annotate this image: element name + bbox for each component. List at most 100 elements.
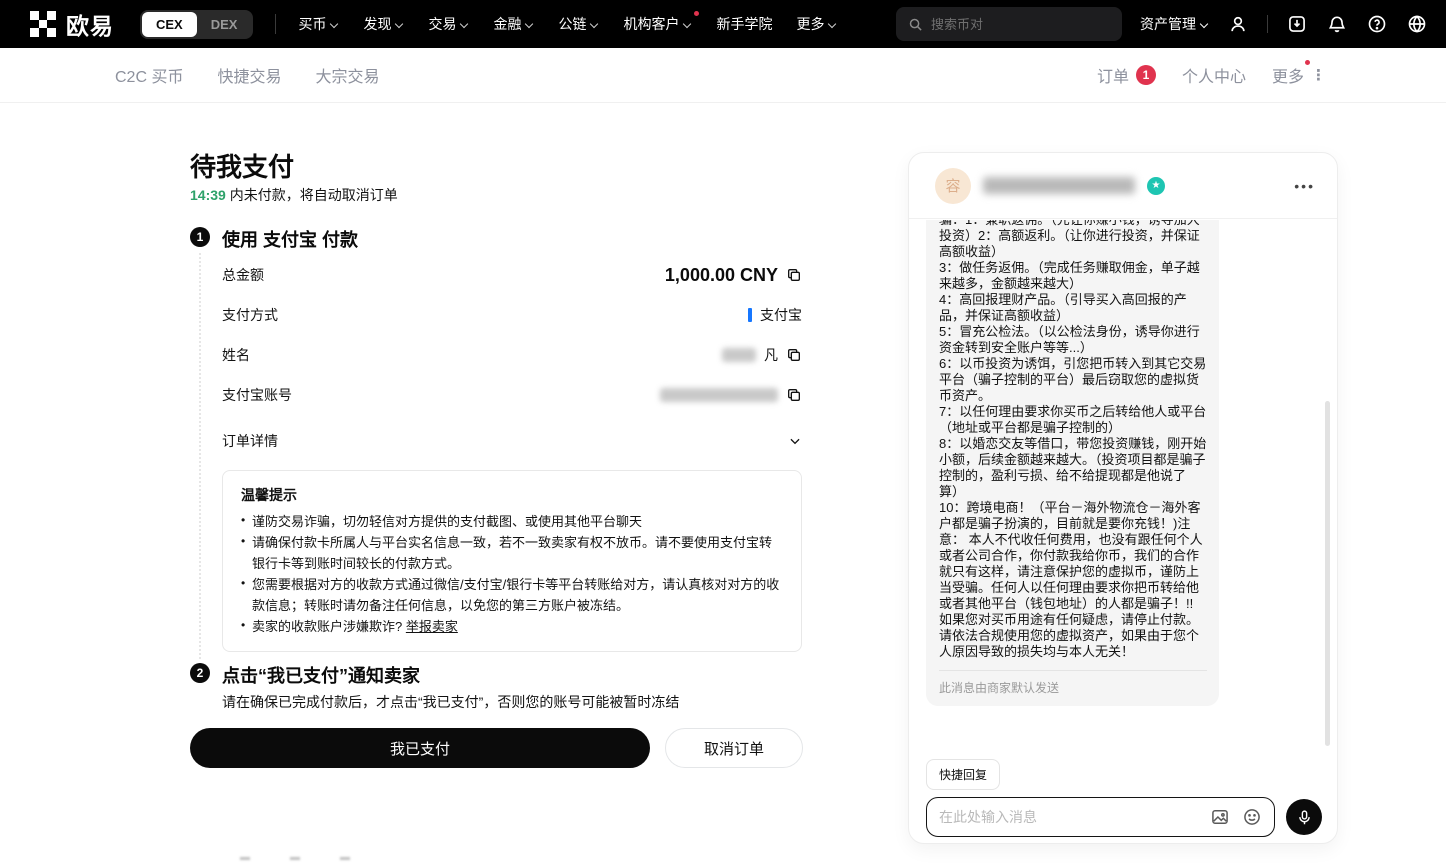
menu-buy-crypto[interactable]: 买币 [298,14,339,34]
payee-name-label: 姓名 [222,345,250,365]
notification-dot [1305,60,1310,65]
orders-link[interactable]: 订单 1 [1097,63,1156,87]
menu-institutions[interactable]: 机构客户 [623,14,692,34]
redacted-name [722,348,756,362]
verified-badge-icon: ★ [1147,177,1165,195]
copy-icon[interactable] [786,347,802,363]
profile-icon[interactable] [1227,13,1249,35]
step-2-subtitle: 请在确保已完成付款后，才点击“我已支付”，否则您的账号可能被暂时冻结 [222,692,679,712]
help-icon[interactable] [1366,13,1388,35]
okx-logo-icon [30,11,56,37]
chevron-down-icon [330,19,339,28]
tab-c2c-buy[interactable]: C2C 买币 [115,63,183,87]
i-have-paid-button[interactable]: 我已支付 [190,728,650,768]
chat-header: 容 ★ ••• [909,153,1337,219]
toggle-cex[interactable]: CEX [142,12,197,37]
cex-dex-toggle: CEX DEX [140,10,253,39]
payee-name-row: 姓名 凡 [222,335,802,375]
countdown-line: 14:39 内未付款，将自动取消订单 [190,185,398,205]
copy-icon[interactable] [786,387,802,403]
clipped-section-top [240,857,350,860]
menu-more[interactable]: 更多 [796,14,837,34]
total-amount-row: 总金额 1,000.00 CNY [222,255,802,295]
menu-trade[interactable]: 交易 [428,14,469,34]
page: 欧易 CEX DEX 买币 发现 交易 金融 公链 机构客户 新手学院 更多 资… [0,0,1446,863]
subnav-right: 订单 1 个人中心 更多 ⋮ [1097,63,1326,87]
emoji-icon[interactable] [1242,807,1262,827]
image-upload-icon[interactable] [1210,807,1230,827]
countdown-suffix: 内未付款，将自动取消订单 [226,187,398,203]
countdown-value: 14:39 [190,187,226,203]
divider [939,670,1207,671]
page-title: 待我支付 [190,147,294,184]
cancel-order-button[interactable]: 取消订单 [665,728,803,768]
notifications-bell-icon[interactable] [1326,13,1348,35]
search-icon [908,17,923,32]
alipay-account-row: 支付宝账号 [222,375,802,415]
okx-logo[interactable]: 欧易 [30,7,114,41]
order-details-toggle[interactable]: 订单详情 [222,421,802,461]
chat-messages[interactable]: 骗：1：兼职返佣。（先让你赚小钱，诱导加大投资）2：高额返利。（让你进行投资，并… [909,220,1337,748]
chat-message-input[interactable] [939,809,1198,825]
tips-box: 温馨提示 谨防交易诈骗，切勿轻信对方提供的支付截图、或使用其他平台聊天 请确保付… [222,470,802,652]
top-navbar: 欧易 CEX DEX 买币 发现 交易 金融 公链 机构客户 新手学院 更多 资… [0,0,1446,48]
copy-icon[interactable] [786,267,802,283]
chevron-down-icon [590,19,599,28]
chat-scrollbar[interactable] [1325,401,1330,746]
payment-details: 总金额 1,000.00 CNY 支付方式 支付宝 姓名 凡 支付宝账号 订单详… [222,255,802,461]
pair-search[interactable] [896,7,1122,41]
subnav-tabs: C2C 买币 快捷交易 大宗交易 [115,63,380,87]
chevron-down-icon [683,19,692,28]
merchant-message-text: 骗：1：兼职返佣。（先让你赚小钱，诱导加大投资）2：高额返利。（让你进行投资，并… [939,220,1207,660]
payment-method-label: 支付方式 [222,305,278,325]
chevron-down-icon [460,19,469,28]
payment-method-value: 支付宝 [760,305,802,325]
download-app-icon[interactable] [1286,13,1308,35]
kebab-menu-icon: ⋮ [1311,68,1326,83]
divider [1267,15,1268,33]
chevron-down-icon [788,434,802,448]
chevron-down-icon [525,19,534,28]
tip-item: 请确保付款卡所属人与平台实名信息一致，若不一致卖家有权不放币。请不要使用支付宝转… [241,532,783,574]
tab-block-trade[interactable]: 大宗交易 [315,63,379,87]
redacted-merchant-name [983,177,1135,194]
menu-discover[interactable]: 发现 [363,14,404,34]
alipay-account-label: 支付宝账号 [222,385,292,405]
menu-finance[interactable]: 金融 [493,14,534,34]
assets-menu[interactable]: 资产管理 [1140,14,1209,34]
chat-panel: 容 ★ ••• 骗：1：兼职返佣。（先让你赚小钱，诱导加大投资）2：高额返利。（… [908,152,1338,844]
search-input[interactable] [931,17,1110,32]
okx-logo-text: 欧易 [66,7,114,41]
tab-express-trade[interactable]: 快捷交易 [217,63,281,87]
tip-item: 您需要根据对方的收款方式通过微信/支付宝/银行卡等平台转账给对方，请认真核对对方… [241,574,783,616]
voice-message-button[interactable] [1286,799,1322,835]
topbar-right: 资产管理 [896,7,1428,41]
main-menu: 买币 发现 交易 金融 公链 机构客户 新手学院 更多 [298,14,837,34]
chat-more-icon[interactable]: ••• [1294,178,1315,194]
total-amount-value: 1,000.00 CNY [665,265,778,286]
profile-center-link[interactable]: 个人中心 [1182,63,1246,87]
divider [275,14,276,34]
merchant-message-bubble: 骗：1：兼职返佣。（先让你赚小钱，诱导加大投资）2：高额返利。（让你进行投资，并… [926,220,1219,706]
secondary-navbar: C2C 买币 快捷交易 大宗交易 订单 1 个人中心 更多 ⋮ [0,48,1446,103]
chevron-down-icon [395,19,404,28]
menu-chain[interactable]: 公链 [558,14,599,34]
chevron-down-icon [828,19,837,28]
quick-reply-button[interactable]: 快捷回复 [926,759,1000,790]
payee-name-visible: 凡 [764,345,778,365]
language-globe-icon[interactable] [1406,13,1428,35]
step-1-title: 使用 支付宝 付款 [222,226,358,252]
tip-item-report: 卖家的收款账户涉嫌欺诈? 举报卖家 [241,616,783,637]
total-amount-label: 总金额 [222,265,264,285]
notification-dot [694,11,699,16]
menu-academy[interactable]: 新手学院 [716,14,772,34]
step-1-badge: 1 [190,227,210,247]
toggle-dex[interactable]: DEX [197,12,252,37]
alipay-icon [748,308,752,322]
chat-input-bar [926,797,1275,837]
step-connector [199,253,201,659]
more-menu[interactable]: 更多 ⋮ [1272,63,1326,87]
redacted-account [660,388,778,402]
report-seller-link[interactable]: 举报卖家 [406,619,458,634]
step-2-title: 点击“我已支付”通知卖家 [222,662,420,688]
